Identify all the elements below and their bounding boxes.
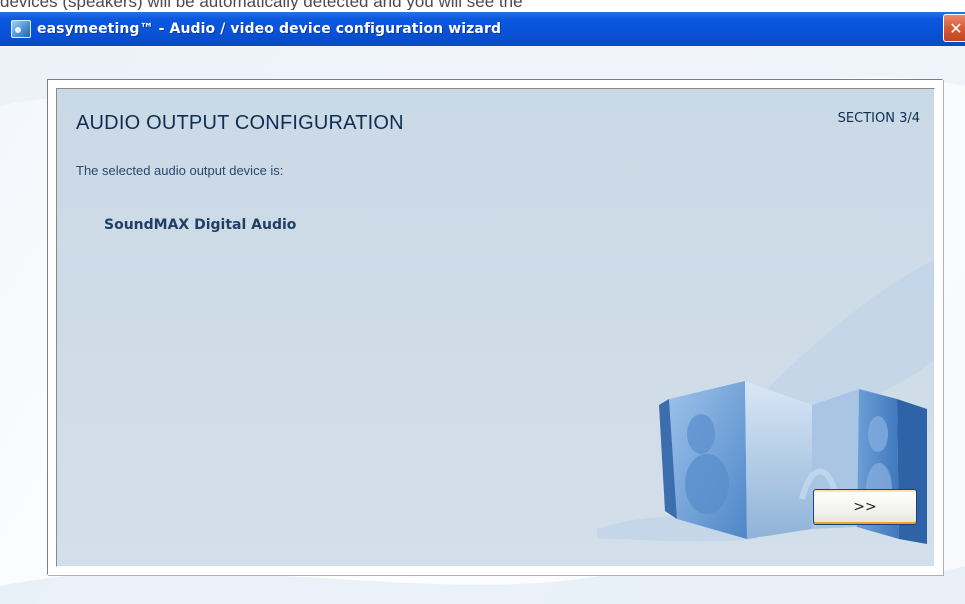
title-bar[interactable]: easymeeting™ - Audio / video device conf… [0,12,965,46]
selected-device-name: SoundMAX Digital Audio [104,217,297,233]
close-button[interactable]: ✕ [943,14,965,42]
window-title: easymeeting™ - Audio / video device conf… [37,21,502,37]
next-button[interactable]: >> [813,489,917,525]
app-icon[interactable] [11,20,31,38]
section-indicator: SECTION 3/4 [837,111,920,126]
page-title: AUDIO OUTPUT CONFIGURATION [76,112,404,134]
wizard-panel: AUDIO OUTPUT CONFIGURATION SECTION 3/4 T… [56,88,935,567]
background-text: devices (speakers) will be automatically… [0,0,523,10]
device-prompt: The selected audio output device is: [76,163,284,178]
